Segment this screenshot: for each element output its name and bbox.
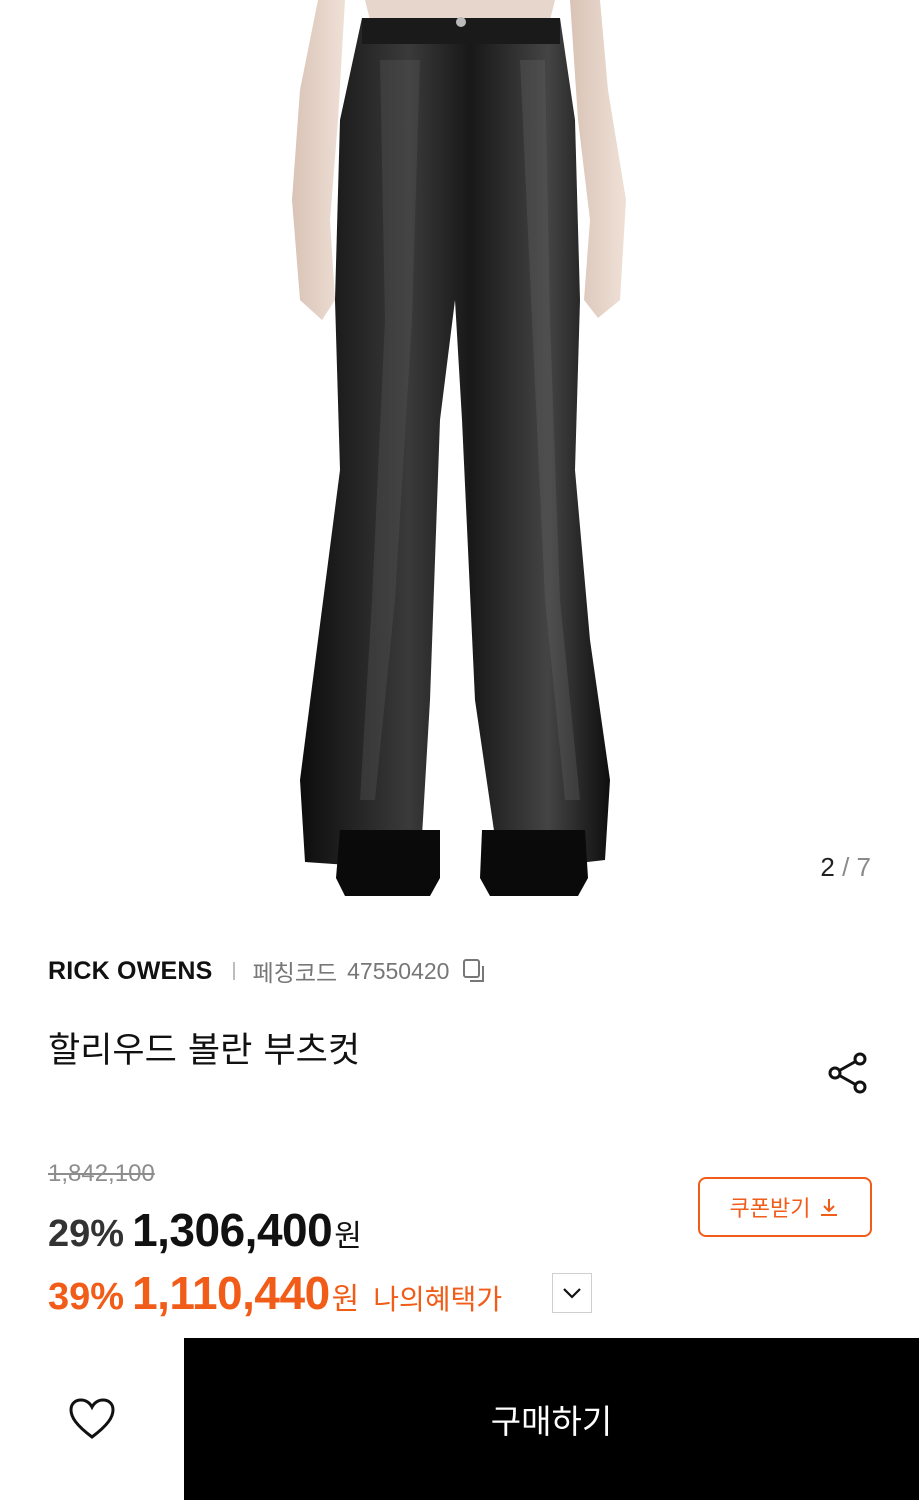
bottom-action-bar: 구매하기 [0, 1338, 919, 1500]
buy-button[interactable]: 구매하기 [184, 1338, 919, 1500]
meta-divider [232, 962, 235, 980]
benefit-price-row: 39% 1,110,440 원 나의혜택가 [48, 1266, 502, 1320]
sale-percent: 29% [48, 1213, 125, 1255]
brand-name[interactable]: RICK OWENS [48, 957, 213, 986]
gallery-current: 2 [820, 852, 835, 882]
download-icon [821, 1199, 838, 1216]
gallery-counter: 2 / 7 [820, 852, 871, 883]
benefit-label: 나의혜택가 [373, 1283, 503, 1316]
benefit-details-toggle[interactable] [552, 1273, 592, 1313]
benefit-percent: 39% [48, 1276, 125, 1318]
sale-currency: 원 [334, 1219, 362, 1254]
gallery-separator: / [842, 852, 850, 882]
sale-price-row: 29% 1,306,400 원 [48, 1203, 362, 1257]
copy-icon[interactable] [461, 957, 489, 985]
product-title: 할리우드 볼란 부츠컷 [48, 1031, 361, 1071]
product-photo [292, 0, 626, 896]
chevron-down-icon [563, 1288, 581, 1299]
benefit-currency: 원 [331, 1282, 360, 1317]
coupon-button[interactable]: 쿠폰받기 [698, 1177, 872, 1237]
share-icon[interactable] [826, 1050, 872, 1096]
heart-icon [69, 1398, 115, 1439]
benefit-amount: 1,110,440 [132, 1267, 330, 1319]
code-label: 페칭코드 [252, 960, 338, 986]
code-value: 47550420 [347, 957, 450, 984]
original-price: 1,842,100 [48, 1160, 155, 1187]
coupon-label: 쿠폰받기 [729, 1197, 811, 1222]
sale-amount: 1,306,400 [132, 1204, 333, 1256]
product-image[interactable]: 2 / 7 [0, 0, 919, 920]
gallery-total: 7 [856, 852, 871, 882]
product-meta: RICK OWENS 페칭코드 47550420 [48, 952, 489, 990]
wishlist-button[interactable] [0, 1338, 184, 1500]
